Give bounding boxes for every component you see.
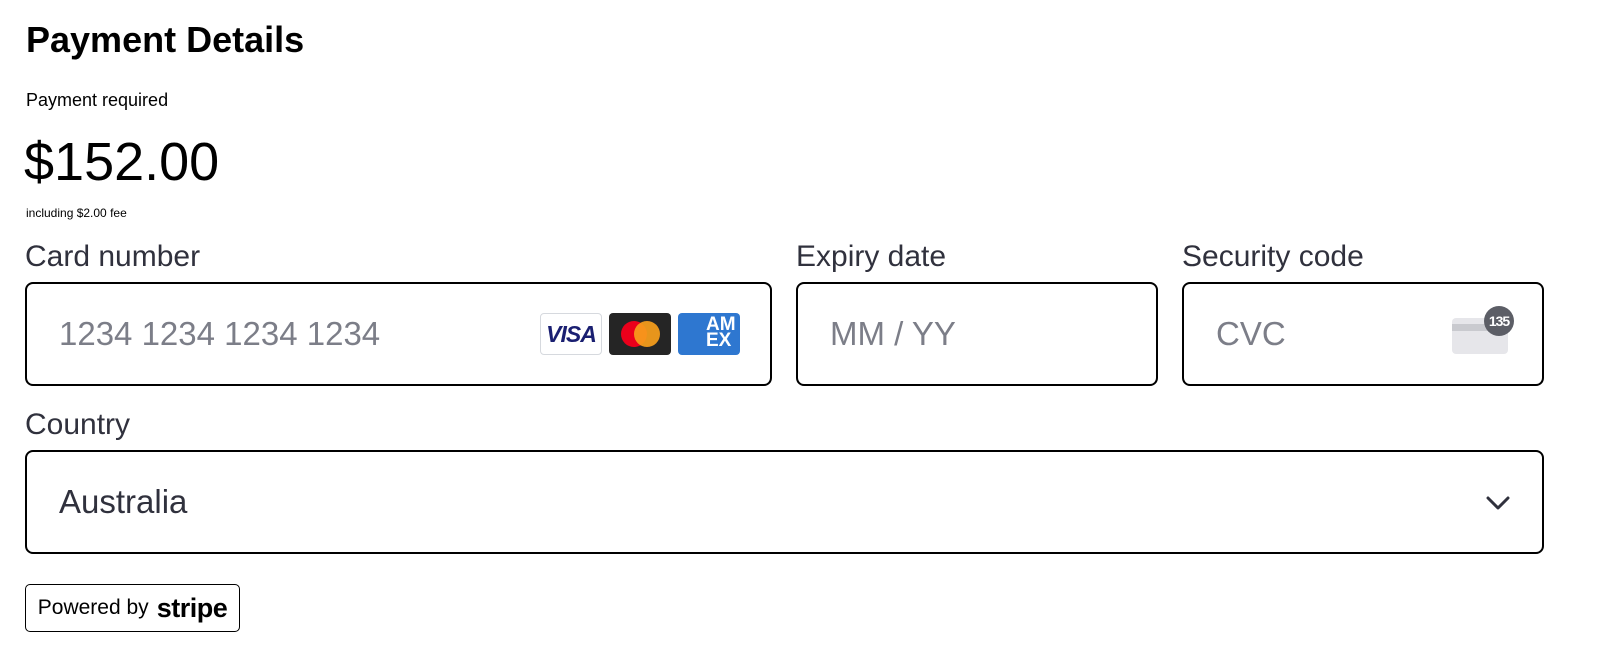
country-select[interactable]: Australia xyxy=(25,450,1544,554)
expiry-date-field[interactable] xyxy=(796,282,1158,386)
powered-by-label: Powered by xyxy=(37,596,149,619)
visa-icon: VISA xyxy=(540,313,602,355)
expiry-date-label: Expiry date xyxy=(796,240,947,273)
country-label: Country xyxy=(25,408,131,441)
amex-icon: AM EX xyxy=(678,313,740,355)
page-title: Payment Details xyxy=(26,19,305,60)
stripe-logo: stripe xyxy=(156,592,228,623)
powered-by-stripe-link[interactable]: Powered by stripe xyxy=(25,584,240,632)
card-number-label: Card number xyxy=(25,240,201,273)
mastercard-icon xyxy=(609,313,671,355)
payment-required-label: Payment required xyxy=(26,90,169,110)
expiry-date-input[interactable] xyxy=(798,304,1156,364)
card-number-input[interactable] xyxy=(27,304,540,364)
fee-note: including $2.00 fee xyxy=(26,206,127,220)
card-brands: VISA AM EX xyxy=(540,313,740,355)
security-code-field[interactable]: 135 xyxy=(1182,282,1544,386)
cvc-card-icon: 135 xyxy=(1452,306,1514,356)
card-number-field[interactable]: VISA AM EX xyxy=(25,282,772,386)
security-code-input[interactable] xyxy=(1184,304,1452,364)
country-selected-value: Australia xyxy=(59,483,188,520)
payment-amount: $152.00 xyxy=(24,132,220,192)
security-code-label: Security code xyxy=(1182,240,1364,273)
chevron-down-icon xyxy=(1486,496,1510,510)
